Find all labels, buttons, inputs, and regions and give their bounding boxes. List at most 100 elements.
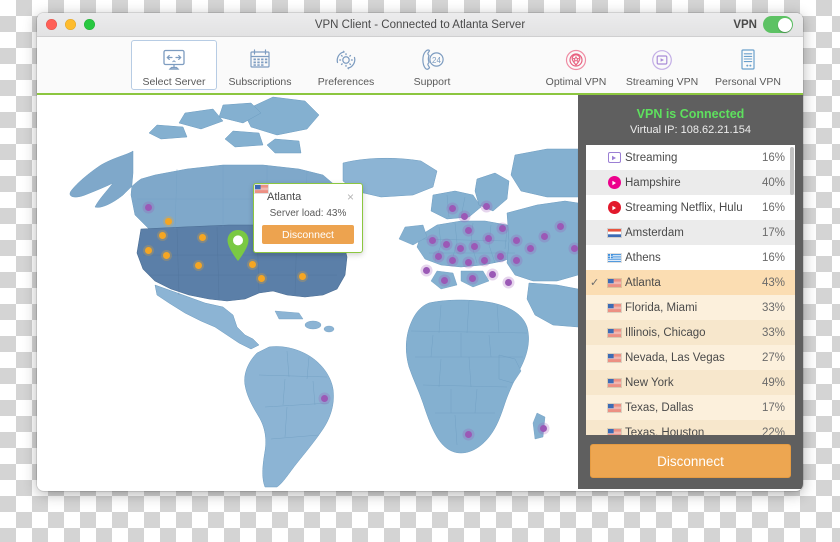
server-name: Amsterdam <box>625 226 684 239</box>
main-toolbar: Select Server Subscriptions Preferences … <box>37 37 803 95</box>
disconnect-button[interactable]: Disconnect <box>590 444 791 478</box>
server-dot[interactable] <box>423 267 430 274</box>
popover-disconnect-button[interactable]: Disconnect <box>262 225 354 244</box>
vpn-power-toggle[interactable] <box>763 16 793 33</box>
server-dot[interactable] <box>489 271 496 278</box>
traffic-lights <box>46 19 95 30</box>
play-red-icon <box>603 201 625 214</box>
server-dot[interactable] <box>321 395 328 402</box>
server-load: 27% <box>761 351 785 364</box>
status-badge: VPN is Connected <box>636 107 745 121</box>
window-title: VPN Client - Connected to Atlanta Server <box>314 18 526 31</box>
close-icon[interactable]: × <box>347 191 354 203</box>
server-dot[interactable] <box>471 243 478 250</box>
server-dot[interactable] <box>299 273 306 280</box>
server-dot[interactable] <box>513 237 520 244</box>
server-dot[interactable] <box>163 252 170 259</box>
play-box-icon <box>603 152 625 163</box>
us-flag-icon <box>603 302 625 313</box>
server-dot[interactable] <box>165 218 172 225</box>
close-window-button[interactable] <box>46 19 57 30</box>
server-dot[interactable] <box>541 233 548 240</box>
server-list-item[interactable]: Athens 16% <box>586 245 795 270</box>
server-dot[interactable] <box>145 247 152 254</box>
server-dot[interactable] <box>195 262 202 269</box>
toolbar-item-personal-vpn[interactable]: Personal VPN <box>705 37 791 93</box>
app-window: VPN Client - Connected to Atlanta Server… <box>37 13 803 491</box>
server-dot[interactable] <box>540 425 547 432</box>
minimize-window-button[interactable] <box>65 19 76 30</box>
server-dot[interactable] <box>527 245 534 252</box>
server-dot[interactable] <box>465 259 472 266</box>
check-icon: ✓ <box>590 277 600 289</box>
server-dot[interactable] <box>443 241 450 248</box>
server-dot[interactable] <box>469 275 476 282</box>
server-list-item[interactable]: Amsterdam 17% <box>586 220 795 245</box>
server-dot[interactable] <box>457 245 464 252</box>
toolbar-item-optimal-vpn[interactable]: Optimal VPN <box>533 37 619 93</box>
server-dot[interactable] <box>429 237 436 244</box>
server-dot[interactable] <box>145 204 152 211</box>
server-name: Athens <box>625 251 661 264</box>
server-list-item[interactable]: Hampshire 40% <box>586 170 795 195</box>
document-icon <box>734 45 762 75</box>
server-list-item[interactable]: Nevada, Las Vegas 27% <box>586 345 795 370</box>
virtual-ip-text: Virtual IP: 108.62.21.154 <box>630 124 751 136</box>
server-dot[interactable] <box>449 257 456 264</box>
server-dot[interactable] <box>465 227 472 234</box>
server-list-item[interactable]: Illinois, Chicago 33% <box>586 320 795 345</box>
zoom-window-button[interactable] <box>84 19 95 30</box>
server-list-item[interactable]: Streaming Netflix, Hulu 16% <box>586 195 795 220</box>
server-dot[interactable] <box>483 203 490 210</box>
toolbar-left-group: Select Server Subscriptions Preferences … <box>131 37 475 93</box>
us-flag-icon <box>603 352 625 363</box>
toggle-knob <box>777 17 792 32</box>
server-list-item[interactable]: New York 49% <box>586 370 795 395</box>
server-dot[interactable] <box>258 275 265 282</box>
server-dot[interactable] <box>199 234 206 241</box>
server-dot[interactable] <box>557 223 564 230</box>
server-dot[interactable] <box>571 245 578 252</box>
toolbar-item-label: Optimal VPN <box>545 75 607 88</box>
us-flag-icon <box>603 327 625 338</box>
server-list-item[interactable]: Texas, Houston 22% <box>586 420 795 435</box>
server-list-item-selected[interactable]: ✓ Atlanta 43% <box>586 270 795 295</box>
server-list-scrollbar[interactable] <box>790 147 794 195</box>
us-flag-icon <box>603 402 625 413</box>
server-dot[interactable] <box>449 205 456 212</box>
server-list-item[interactable]: Florida, Miami 33% <box>586 295 795 320</box>
server-dot[interactable] <box>435 253 442 260</box>
server-load: 33% <box>761 326 785 339</box>
server-dot[interactable] <box>465 431 472 438</box>
server-name: Texas, Dallas <box>625 401 694 414</box>
monitor-arrows-icon <box>161 45 187 75</box>
server-dot[interactable] <box>513 257 520 264</box>
server-dot[interactable] <box>485 235 492 242</box>
server-dot[interactable] <box>497 253 504 260</box>
toolbar-item-subscriptions[interactable]: Subscriptions <box>217 37 303 93</box>
toolbar-item-preferences[interactable]: Preferences <box>303 37 389 93</box>
toolbar-item-streaming-vpn[interactable]: Streaming VPN <box>619 37 705 93</box>
toolbar-item-support[interactable]: 24 Support <box>389 37 475 93</box>
selected-server-pin[interactable] <box>225 229 251 263</box>
toolbar-item-select-server[interactable]: Select Server <box>131 40 217 90</box>
world-map[interactable]: Atlanta × Server load: 43% Disconnect <box>37 95 578 489</box>
server-name: Streaming Netflix, Hulu <box>625 201 743 214</box>
server-load: 22% <box>761 426 785 436</box>
server-load: 16% <box>761 201 785 214</box>
calendar-icon <box>247 45 273 75</box>
server-dot[interactable] <box>159 232 166 239</box>
server-dot[interactable] <box>505 279 512 286</box>
server-dot[interactable] <box>499 225 506 232</box>
server-list-item[interactable]: Streaming 16% <box>586 145 795 170</box>
server-list[interactable]: Streaming 16% Hampshire 40% Streaming Ne… <box>586 145 795 435</box>
svg-text:24: 24 <box>432 56 441 65</box>
server-dot[interactable] <box>481 257 488 264</box>
toolbar-right-group: Optimal VPN Streaming VPN Personal VPN <box>533 37 791 93</box>
server-load: 49% <box>761 376 785 389</box>
server-dot[interactable] <box>461 213 468 220</box>
server-name: New York <box>625 376 674 389</box>
server-dot[interactable] <box>441 277 448 284</box>
server-list-item[interactable]: Texas, Dallas 17% <box>586 395 795 420</box>
server-name: Illinois, Chicago <box>625 326 706 339</box>
